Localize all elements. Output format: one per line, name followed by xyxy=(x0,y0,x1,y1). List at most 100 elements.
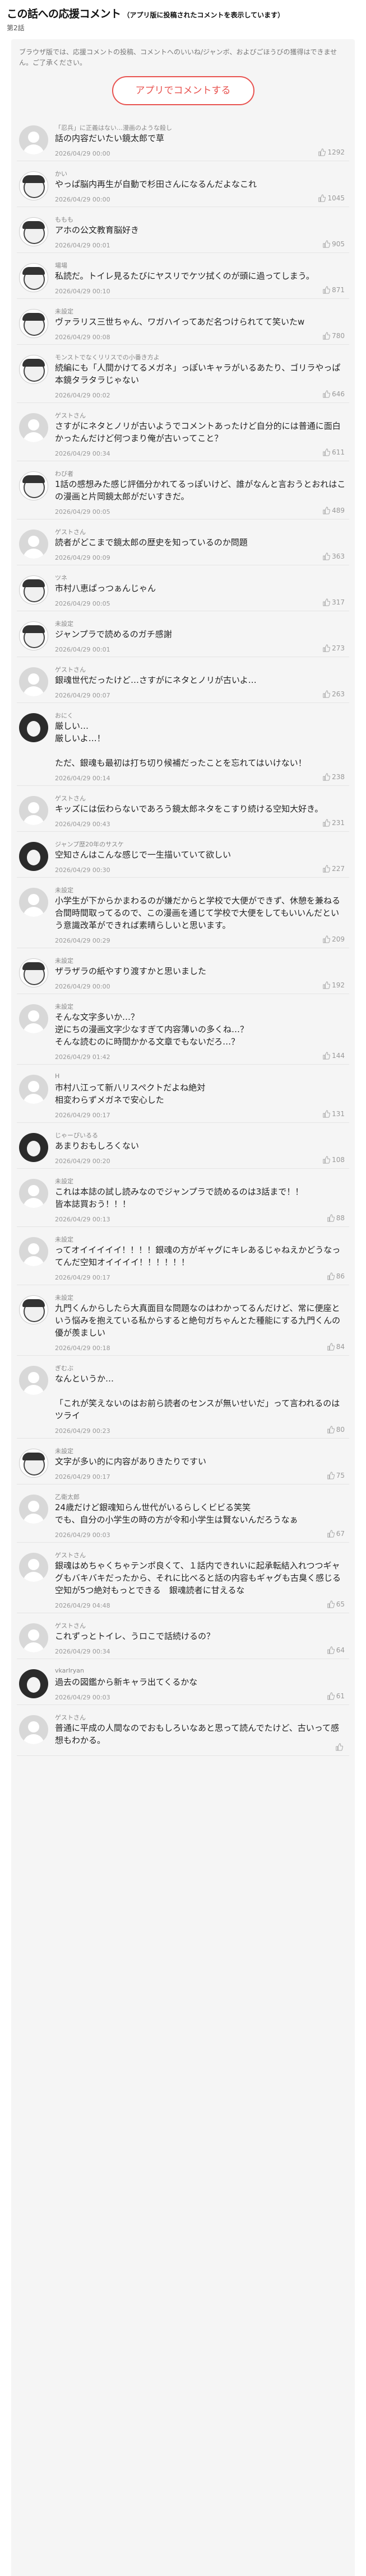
comment-text: ヴァラリス三世ちゃん、ワガハイってあだ名つけられてて笑いたw xyxy=(55,317,305,327)
commenter-name: モンストでなくリリスでの小番き方よ xyxy=(55,354,160,361)
comment-text: これずっとトイレ、うロこで話続けるの？ xyxy=(55,1631,215,1641)
like-button[interactable]: 86 xyxy=(327,1272,345,1280)
thumbs-up-icon xyxy=(323,773,331,781)
comment-date: 2026/04/29 00:17 xyxy=(55,1112,110,1119)
like-count: 67 xyxy=(336,1530,345,1538)
like-button[interactable] xyxy=(335,1743,345,1751)
comment-text: 厳しい… 厳しいよ…！ ただ、銀魂も最初は打ち切り候補だったことを忘れてはいけな… xyxy=(55,721,307,768)
episode-label: 第2話 xyxy=(7,24,25,32)
commenter-name: 「忍兵」に正義はない…漫画のような殺し xyxy=(55,124,172,132)
like-button[interactable]: 65 xyxy=(327,1600,345,1608)
avatar-icon xyxy=(19,842,48,871)
comment-body: 「忍兵」に正義はない…漫画のような殺し 話の内容だいたい鏡太郎で草 2026/0… xyxy=(55,123,349,157)
comment-text: なんというか… 「これが笑えないのはお前ら読者のセンスが無いせいだ」って言われる… xyxy=(55,1374,340,1421)
comment-item: 未設定 小学生が下からかまわるのが嫌だからと学校で大便ができず、休憩を兼ねる合間… xyxy=(17,878,349,948)
avatar-icon xyxy=(19,1133,48,1162)
comment-body: ゲストさん 読者がどこまで鏡太郎の歴史を知っているのか問題 2026/04/29… xyxy=(55,527,349,561)
comment-body: 未設定 ヴァラリス三世ちゃん、ワガハイってあだ名つけられてて笑いたw 2026/… xyxy=(55,307,349,341)
like-button[interactable]: 64 xyxy=(327,1646,345,1654)
commenter-name: ツネ xyxy=(55,574,67,582)
comment-body: ゲストさん 銀魂世代だったけど…さすがにネタとノリが古いよ… 2026/04/2… xyxy=(55,665,349,699)
like-button[interactable]: 905 xyxy=(322,240,345,248)
comment-date: 2026/04/29 00:34 xyxy=(55,1648,110,1655)
like-button[interactable]: 75 xyxy=(327,1472,345,1479)
comment-date: 2026/04/29 00:05 xyxy=(55,508,110,516)
like-button[interactable]: 67 xyxy=(327,1530,345,1538)
avatar-icon xyxy=(19,1495,48,1524)
comment-text: さすがにネタとノリが古いようでコメントあったけど自分的には普通に面白かったんだけ… xyxy=(55,421,341,443)
like-button[interactable]: 84 xyxy=(327,1343,345,1351)
comment-item: ツネ 市村八恵ぱっつぁんじゃん 2026/04/29 00:05 317 xyxy=(17,565,349,611)
like-button[interactable]: 131 xyxy=(322,1110,345,1118)
commenter-name: わび者 xyxy=(55,470,73,477)
like-button[interactable]: 108 xyxy=(322,1156,345,1164)
like-button[interactable]: 611 xyxy=(322,448,345,456)
like-button[interactable]: 209 xyxy=(322,935,345,943)
comment-text: ザラザラの紙やすり渡すかと思いました xyxy=(55,966,207,976)
thumbs-up-icon xyxy=(323,981,331,989)
comment-body: かい やっぱ脳内再生が自動で杉田さんになるんだよなこれ 2026/04/29 0… xyxy=(55,169,349,203)
comment-body: 未設定 文字が多い的に内容がありきたりですい 2026/04/29 00:17 xyxy=(55,1446,349,1481)
comment-item: 未設定 九門くんからしたら大真面目な問題なのはわかってるんだけど、常に便座という… xyxy=(17,1285,349,1356)
comment-item: 未設定 ってオイイイイイ！！！！銀魂の方がギャグにキレあるじゃねえかどうなってん… xyxy=(17,1227,349,1285)
comment-item: ももも アホの公文教育脳好き 2026/04/29 00:01 905 xyxy=(17,207,349,253)
like-button[interactable]: 871 xyxy=(322,286,345,294)
like-count: 611 xyxy=(332,448,345,456)
comment-date: 2026/04/29 00:14 xyxy=(55,775,110,782)
comment-date: 2026/04/29 00:18 xyxy=(55,1345,110,1352)
commenter-name: おにく xyxy=(55,712,73,719)
comment-text: 銀魂世代だったけど…さすがにネタとノリが古いよ… xyxy=(55,675,257,685)
comment-item: ゲストさん キッズには伝わらないであろう鏡太郎ネタをこすり続ける空知大好き。 2… xyxy=(17,786,349,832)
comment-body: 未設定 これは本誌の試し読みなのでジャンプラで読めるのは3話まで！！ 皆本誌買お… xyxy=(55,1177,349,1223)
comment-date: 2026/04/29 00:03 xyxy=(55,1694,110,1701)
commenter-name: 未設定 xyxy=(55,620,73,627)
like-button[interactable]: 646 xyxy=(322,390,345,398)
thumbs-up-icon xyxy=(323,598,331,606)
comment-item: 乙衛太郎 24歳だけど銀魂知らん世代がいるらしくビビる笑笑 でも、自分の小学生の… xyxy=(17,1484,349,1543)
like-button[interactable]: 780 xyxy=(322,332,345,340)
avatar-icon xyxy=(19,796,48,825)
like-button[interactable]: 363 xyxy=(322,552,345,560)
comment-item: 未設定 そんな文字多いか…？ 逆にちの漫画文字少なすぎて内容薄いの多くね…？ そ… xyxy=(17,994,349,1065)
like-button[interactable]: 144 xyxy=(322,1052,345,1060)
comment-date: 2026/04/29 00:13 xyxy=(55,1216,110,1223)
thumbs-up-icon xyxy=(323,690,331,698)
like-button[interactable]: 80 xyxy=(327,1426,345,1434)
like-count: 905 xyxy=(332,240,345,248)
comment-date: 2026/04/29 00:30 xyxy=(55,867,110,874)
like-count: 131 xyxy=(332,1110,345,1118)
like-button[interactable]: 231 xyxy=(322,819,345,827)
like-button[interactable]: 227 xyxy=(322,865,345,873)
thumbs-up-icon xyxy=(323,390,331,398)
like-button[interactable]: 88 xyxy=(327,1214,345,1222)
comment-item: じゃーぴいるる あまりおもしろくない 2026/04/29 00:20 108 xyxy=(17,1123,349,1169)
like-count: 238 xyxy=(332,773,345,781)
comment-date: 2026/04/29 00:01 xyxy=(55,242,110,249)
thumbs-up-icon xyxy=(323,286,331,294)
like-count: 489 xyxy=(332,507,345,514)
like-button[interactable]: 273 xyxy=(322,644,345,652)
like-button[interactable]: 61 xyxy=(327,1692,345,1700)
commenter-name: かい xyxy=(55,170,67,177)
like-button[interactable]: 317 xyxy=(322,598,345,606)
comment-date: 2026/04/29 00:08 xyxy=(55,334,110,341)
thumbs-up-icon xyxy=(318,148,326,156)
like-count: 65 xyxy=(336,1600,345,1608)
like-button[interactable]: 1045 xyxy=(318,194,345,202)
comment-in-app-button[interactable]: アプリでコメントする xyxy=(112,76,254,105)
commenter-name: ジャンプ歴20年のサスケ xyxy=(55,841,124,848)
like-count: 75 xyxy=(336,1472,345,1479)
like-button[interactable]: 1292 xyxy=(318,148,345,156)
like-button[interactable]: 238 xyxy=(322,773,345,781)
comment-text: 普通に平成の人間なのでおもしろいなあと思って読んでたけど、古いって感想もわかる。 xyxy=(55,1723,340,1745)
comment-body: 乙衛太郎 24歳だけど銀魂知らん世代がいるらしくビビる笑笑 でも、自分の小学生の… xyxy=(55,1492,349,1539)
comment-text: 24歳だけど銀魂知らん世代がいるらしくビビる笑笑 でも、自分の小学生の時の方が令… xyxy=(55,1502,298,1525)
thumbs-up-icon xyxy=(323,644,331,652)
thumbs-up-icon xyxy=(323,240,331,248)
like-button[interactable]: 263 xyxy=(322,690,345,698)
page-title: この話への応援コメント xyxy=(7,8,121,20)
comment-text: キッズには伝わらないであろう鏡太郎ネタをこすり続ける空知大好き。 xyxy=(55,804,323,814)
like-count: 363 xyxy=(332,552,345,560)
like-button[interactable]: 192 xyxy=(322,981,345,989)
like-button[interactable]: 489 xyxy=(322,507,345,514)
